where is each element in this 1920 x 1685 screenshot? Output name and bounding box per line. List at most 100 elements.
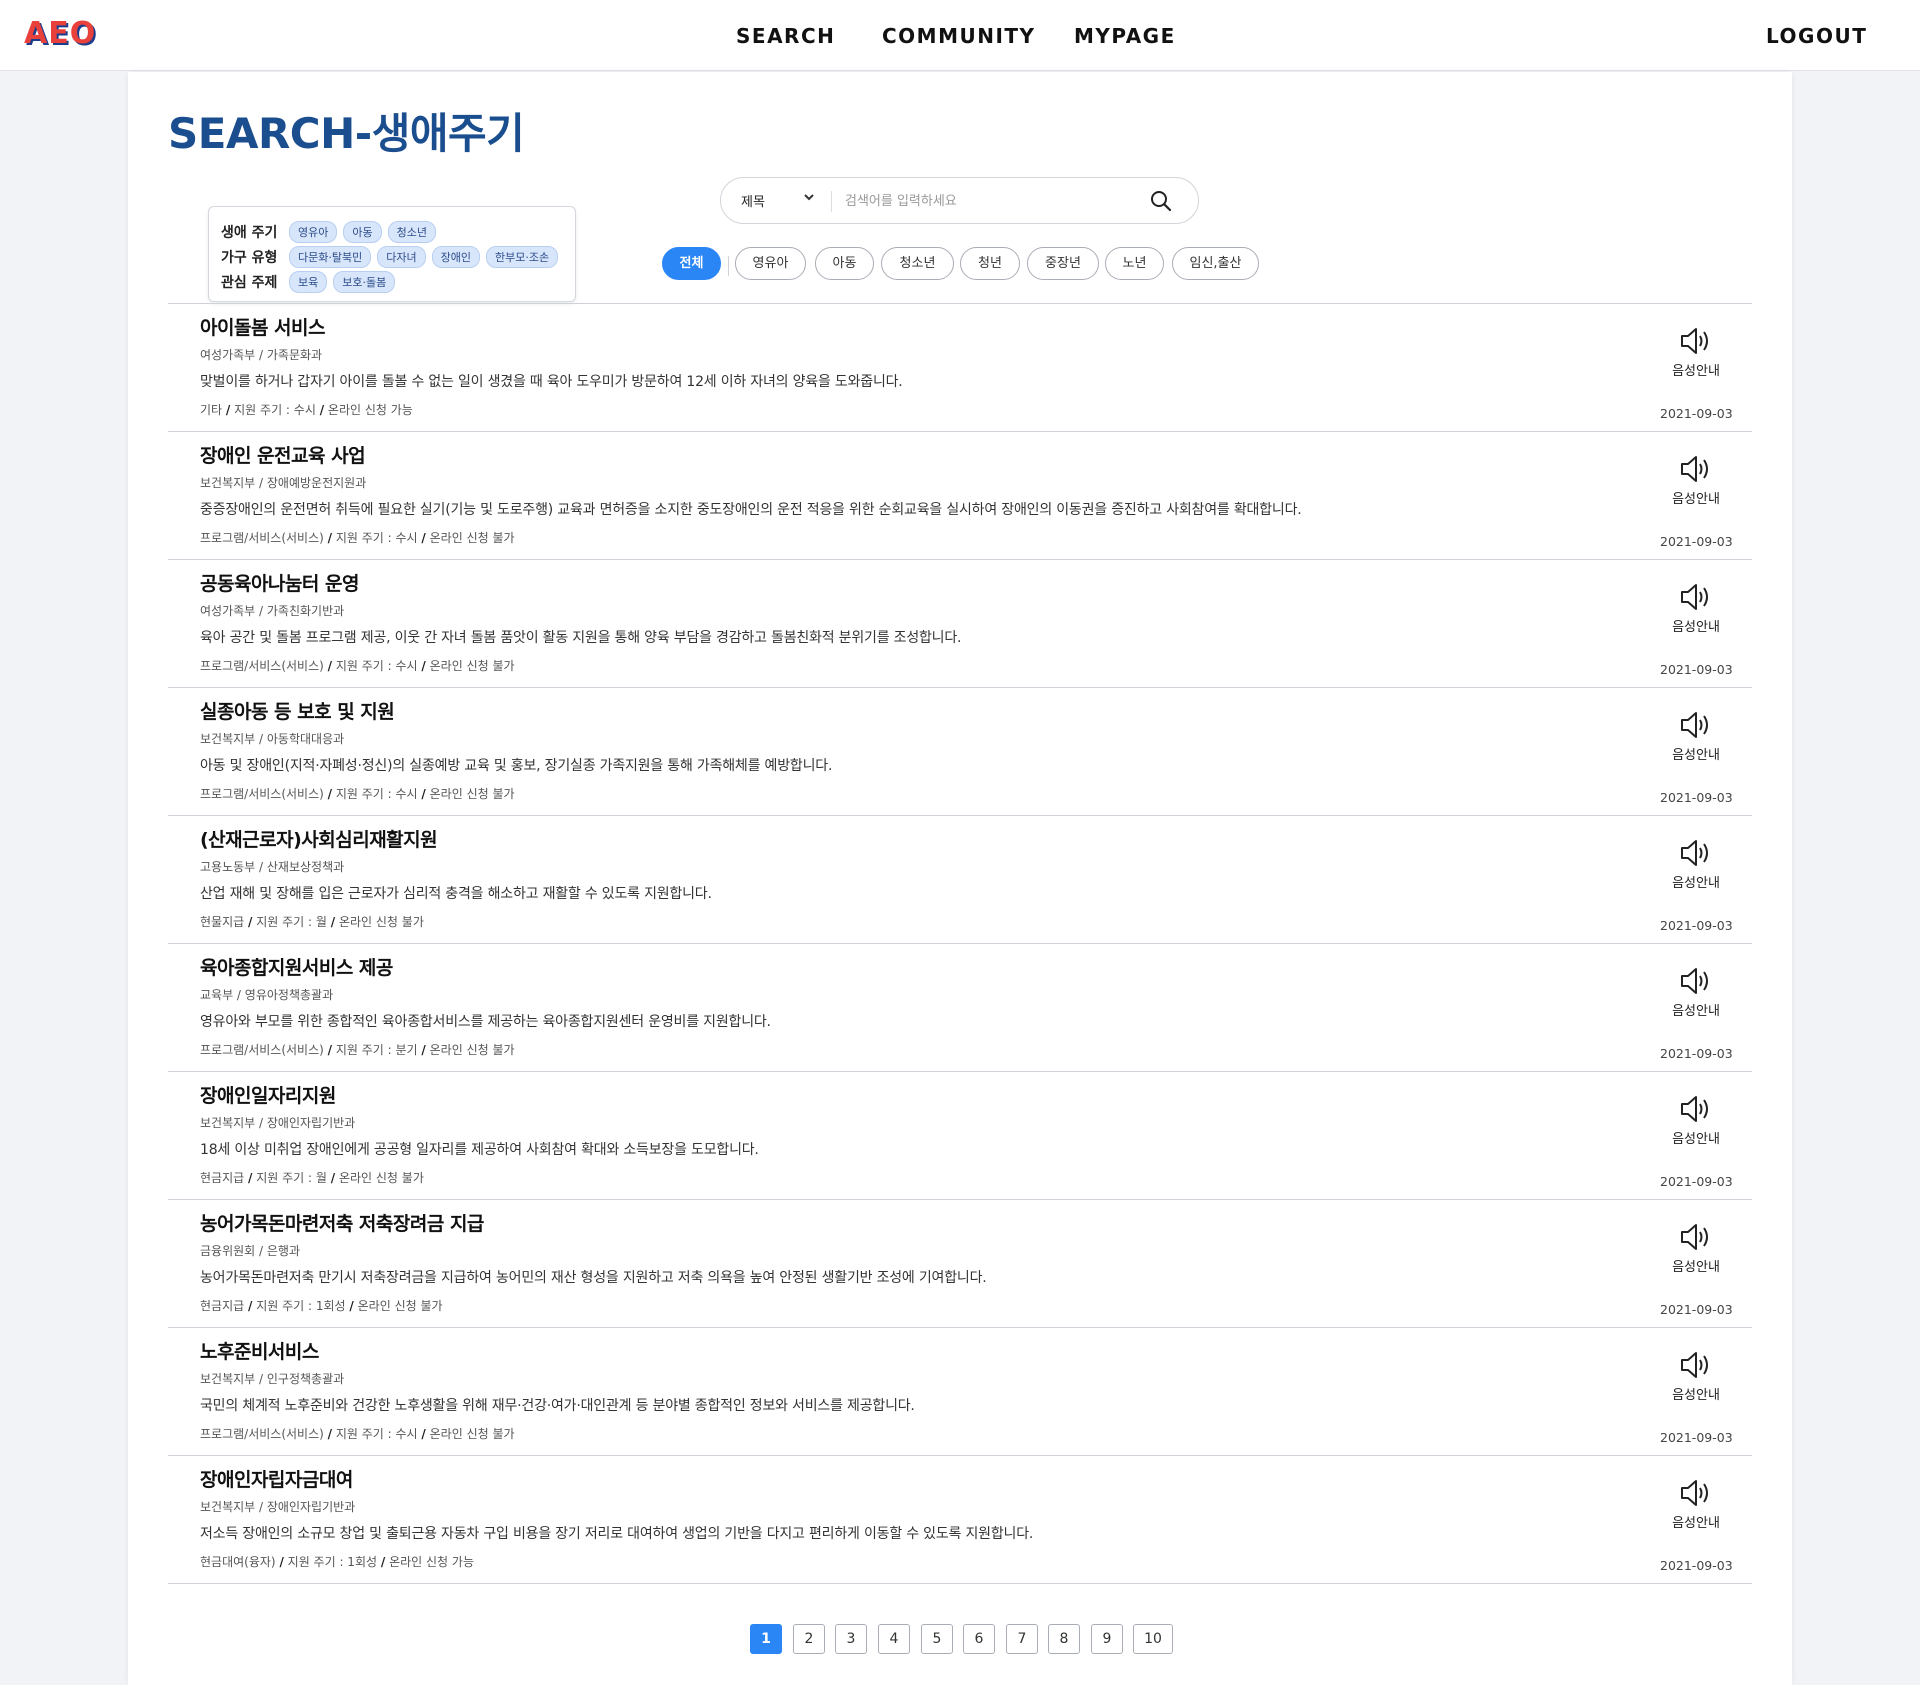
filter-tag[interactable]: 영유아 (289, 220, 338, 243)
result-title[interactable]: 공동육아나눔터 운영 (200, 569, 359, 596)
result-row[interactable]: 아이돌봄 서비스 여성가족부 / 가족문화과 맞벌이를 하거나 갑자기 아이를 … (168, 304, 1752, 432)
nav-mypage-link[interactable]: MYPAGE (1074, 24, 1176, 48)
search-icon[interactable] (1149, 189, 1173, 213)
main-content-panel: SEARCH-생애주기 생애 주기 영유아 아동 청소년 가구 유형 다문화·탈… (128, 72, 1792, 1685)
voice-guide-button[interactable]: 음성안내 (1656, 582, 1736, 635)
result-department: 여성가족부 / 가족친화기반과 (200, 604, 345, 618)
voice-guide-button[interactable]: 음성안내 (1656, 1222, 1736, 1275)
result-department: 보건복지부 / 아동학대대응과 (200, 732, 345, 746)
result-online-status: 온라인 신청 불가 (429, 787, 515, 801)
voice-guide-button[interactable]: 음성안내 (1656, 1350, 1736, 1403)
result-date: 2021-09-03 (1660, 1302, 1733, 1317)
category-chip[interactable]: 청소년 (881, 247, 954, 280)
page-button[interactable]: 5 (921, 1624, 953, 1654)
page-button[interactable]: 10 (1133, 1624, 1173, 1654)
result-date: 2021-09-03 (1660, 1174, 1733, 1189)
category-chip[interactable]: 아동 (815, 247, 874, 280)
result-title[interactable]: 장애인일자리지원 (200, 1081, 336, 1108)
result-title[interactable]: 실종아동 등 보호 및 지원 (200, 697, 395, 724)
page-button[interactable]: 3 (835, 1624, 867, 1654)
voice-guide-button[interactable]: 음성안내 (1656, 326, 1736, 379)
result-description: 농어가목돈마련저축 만기시 저축장려금을 지급하여 농어민의 재산 형성을 지원… (200, 1270, 987, 1286)
filter-tag[interactable]: 청소년 (387, 220, 436, 243)
page-button[interactable]: 2 (793, 1624, 825, 1654)
result-department: 고용노동부 / 산재보상정책과 (200, 860, 345, 874)
voice-guide-button[interactable]: 음성안내 (1656, 1478, 1736, 1531)
speaker-icon (1681, 968, 1708, 994)
page-button-current[interactable]: 1 (750, 1624, 782, 1654)
page-button[interactable]: 9 (1091, 1624, 1123, 1654)
voice-guide-button[interactable]: 음성안내 (1656, 454, 1736, 507)
result-date: 2021-09-03 (1660, 406, 1733, 421)
category-chip[interactable]: 영유아 (735, 247, 806, 280)
category-chip[interactable]: 임신,출산 (1172, 247, 1259, 280)
voice-guide-button[interactable]: 음성안내 (1656, 1094, 1736, 1147)
result-row[interactable]: 공동육아나눔터 운영 여성가족부 / 가족친화기반과 육아 공간 및 돌봄 프로… (168, 560, 1752, 688)
voice-guide-label: 음성안내 (1672, 1516, 1720, 1531)
result-online-status: 온라인 신청 불가 (429, 1043, 515, 1057)
page-button[interactable]: 4 (878, 1624, 910, 1654)
result-row[interactable]: 장애인 운전교육 사업 보건복지부 / 장애예방운전지원과 중증장애인의 운전면… (168, 432, 1752, 560)
result-online-status: 온라인 신청 불가 (429, 531, 515, 545)
result-description: 중증장애인의 운전면허 취득에 필요한 실기(기능 및 도로주행) 교육과 면허… (200, 502, 1302, 518)
category-chip-all[interactable]: 전체 (662, 247, 721, 280)
page-button[interactable]: 6 (963, 1624, 995, 1654)
result-online-status: 온라인 신청 불가 (357, 1299, 443, 1313)
result-title[interactable]: 장애인 운전교육 사업 (200, 441, 366, 468)
voice-guide-button[interactable]: 음성안내 (1656, 838, 1736, 891)
nav-search-link[interactable]: SEARCH (736, 24, 835, 48)
result-description: 18세 이상 미취업 장애인에게 공공형 일자리를 제공하여 사회참여 확대와 … (200, 1142, 759, 1158)
result-title[interactable]: 아이돌봄 서비스 (200, 313, 325, 340)
result-row[interactable]: (산재근로자)사회심리재활지원 고용노동부 / 산재보상정책과 산업 재해 및 … (168, 816, 1752, 944)
result-support-type: 프로그램/서비스(서비스) (200, 1427, 324, 1441)
voice-guide-button[interactable]: 음성안내 (1656, 710, 1736, 763)
result-row[interactable]: 장애인자립자금대여 보건복지부 / 장애인자립기반과 저소득 장애인의 소규모 … (168, 1456, 1752, 1584)
result-department: 교육부 / 영유아정책총괄과 (200, 988, 334, 1002)
result-support-type: 현금대여(융자) (200, 1555, 276, 1569)
result-title[interactable]: (산재근로자)사회심리재활지원 (200, 825, 438, 852)
category-chip[interactable]: 노년 (1105, 247, 1164, 280)
result-title[interactable]: 농어가목돈마련저축 저축장려금 지급 (200, 1209, 484, 1236)
result-title[interactable]: 장애인자립자금대여 (200, 1465, 353, 1492)
speaker-icon (1681, 712, 1708, 738)
result-date: 2021-09-03 (1660, 790, 1733, 805)
speaker-icon (1681, 1224, 1708, 1250)
voice-guide-label: 음성안내 (1672, 1388, 1720, 1403)
result-support-cycle: 지원 주기 : 수시 (335, 531, 418, 545)
search-input[interactable] (845, 188, 1145, 214)
result-department: 보건복지부 / 장애인자립기반과 (200, 1116, 356, 1130)
voice-guide-label: 음성안내 (1672, 1132, 1720, 1147)
nav-community-link[interactable]: COMMUNITY (882, 24, 1036, 48)
result-description: 아동 및 장애인(지적·자폐성·정신)의 실종예방 교육 및 홍보, 장기실종 … (200, 758, 833, 774)
result-online-status: 온라인 신청 불가 (338, 915, 424, 929)
result-title[interactable]: 육아종합지원서비스 제공 (200, 953, 393, 980)
category-chip[interactable]: 중장년 (1027, 247, 1099, 280)
result-department: 금융위원회 / 은행과 (200, 1244, 300, 1258)
speaker-icon (1681, 328, 1708, 354)
result-support-type: 프로그램/서비스(서비스) (200, 787, 324, 801)
voice-guide-button[interactable]: 음성안내 (1656, 966, 1736, 1019)
result-meta: 기타 / 지원 주기 : 수시 / 온라인 신청 가능 (200, 403, 413, 417)
voice-guide-label: 음성안내 (1672, 620, 1720, 635)
result-support-cycle: 지원 주기 : 수시 (335, 659, 418, 673)
result-row[interactable]: 육아종합지원서비스 제공 교육부 / 영유아정책총괄과 영유아와 부모를 위한 … (168, 944, 1752, 1072)
result-support-type: 프로그램/서비스(서비스) (200, 659, 324, 673)
result-meta: 프로그램/서비스(서비스) / 지원 주기 : 수시 / 온라인 신청 불가 (200, 531, 515, 545)
result-row[interactable]: 농어가목돈마련저축 저축장려금 지급 금융위원회 / 은행과 농어가목돈마련저축… (168, 1200, 1752, 1328)
result-row[interactable]: 실종아동 등 보호 및 지원 보건복지부 / 아동학대대응과 아동 및 장애인(… (168, 688, 1752, 816)
result-online-status: 온라인 신청 불가 (429, 1427, 515, 1441)
result-row[interactable]: 노후준비서비스 보건복지부 / 인구정책총괄과 국민의 체계적 노후준비와 건강… (168, 1328, 1752, 1456)
result-support-cycle: 지원 주기 : 1회성 (287, 1555, 378, 1569)
page-button[interactable]: 7 (1006, 1624, 1038, 1654)
result-support-cycle: 지원 주기 : 수시 (234, 403, 316, 417)
result-support-cycle: 지원 주기 : 1회성 (256, 1299, 346, 1313)
filter-tag[interactable]: 아동 (343, 220, 382, 243)
result-description: 맞벌이를 하거나 갑자기 아이를 돌볼 수 없는 일이 생겼을 때 육아 도우미… (200, 374, 903, 390)
result-support-type: 현금지급 (200, 1299, 245, 1313)
result-title[interactable]: 노후준비서비스 (200, 1337, 319, 1364)
result-row[interactable]: 장애인일자리지원 보건복지부 / 장애인자립기반과 18세 이상 미취업 장애인… (168, 1072, 1752, 1200)
category-chip[interactable]: 청년 (960, 247, 1020, 280)
search-field-select[interactable]: 제목 (741, 191, 815, 211)
page-button[interactable]: 8 (1048, 1624, 1080, 1654)
logout-link[interactable]: LOGOUT (1766, 24, 1867, 48)
